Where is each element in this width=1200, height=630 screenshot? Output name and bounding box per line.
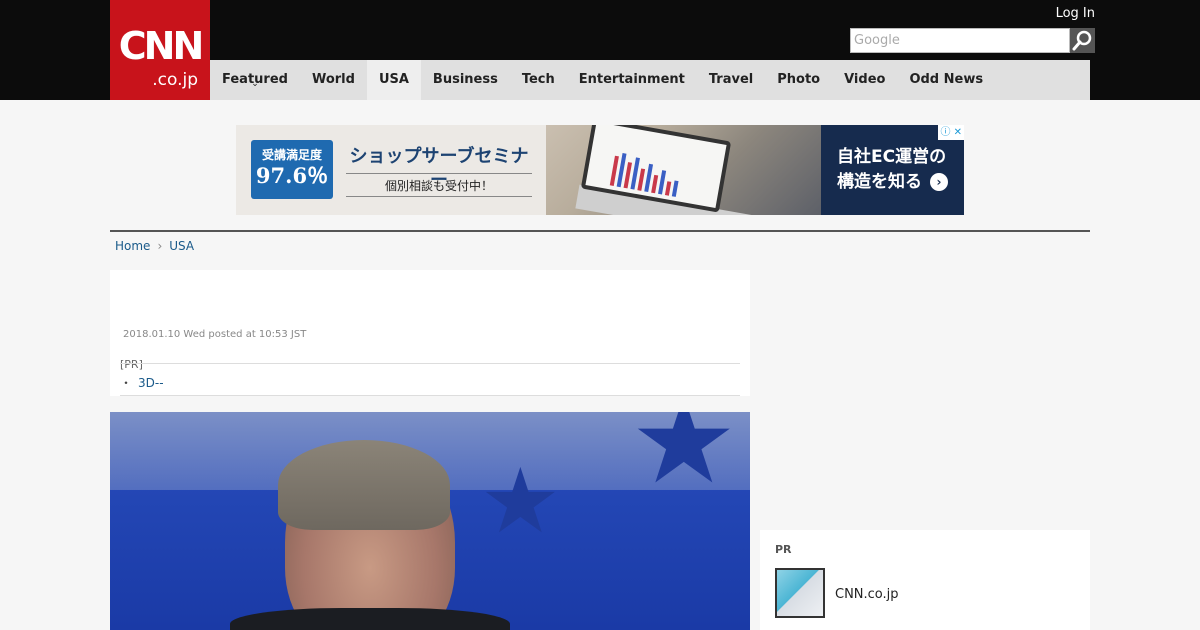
- section-divider: [110, 230, 1090, 232]
- star-icon: ★: [630, 412, 738, 511]
- nav-item-video[interactable]: Video: [832, 60, 897, 100]
- logo-sub-text: .co.jp: [152, 70, 198, 90]
- ad-laptop-image: [546, 125, 821, 215]
- nav-item-world[interactable]: World: [300, 60, 367, 100]
- ad-subtitle: 個別相談も受付中！: [346, 173, 532, 197]
- nav-item-label: Video: [844, 72, 886, 87]
- sidebar-pr-label: PR: [775, 543, 792, 556]
- pr-link-text: 3D--: [138, 376, 164, 390]
- search-button[interactable]: [1070, 28, 1095, 53]
- arrow-right-icon: ›: [930, 173, 948, 191]
- posted-timestamp: 2018.01.10 Wed posted at 10:53 JST: [123, 329, 307, 340]
- nav-item-business[interactable]: Business: [421, 60, 510, 100]
- nav-item-label: Tech: [521, 72, 555, 87]
- breadcrumb-home[interactable]: Home: [115, 238, 150, 254]
- ad-right-line1: 自社EC運営の: [837, 147, 947, 167]
- sidebar-pr-item[interactable]: CNN.co.jp: [835, 587, 899, 602]
- nav-item-label: USA: [378, 72, 409, 87]
- nav-item-odd-news[interactable]: Odd News: [897, 60, 995, 100]
- nav-item-label: Business: [432, 72, 498, 87]
- pr-divider: [120, 395, 740, 396]
- nav-item-label: Photo: [777, 72, 821, 87]
- nav-item-photo[interactable]: Photo: [765, 60, 832, 100]
- person-hair: [278, 440, 450, 530]
- pr-divider: [120, 363, 740, 364]
- ad-choices-icon[interactable]: ⓘ ✕: [938, 125, 964, 140]
- chevron-right-icon: ›: [157, 239, 163, 253]
- search-input[interactable]: [850, 28, 1070, 53]
- pr-label: [PR]: [120, 358, 143, 371]
- nav-item-label: Odd News: [909, 72, 984, 87]
- logo-main-text: CNN: [118, 24, 205, 68]
- article-header-card: 2018.01.10 Wed posted at 10:53 JST [PR] …: [110, 270, 750, 396]
- pr-thumbnail[interactable]: [775, 568, 825, 618]
- nav-item-entertainment[interactable]: Entertainment: [567, 60, 697, 100]
- search-icon: [1072, 30, 1092, 51]
- breadcrumb-current[interactable]: USA: [169, 238, 194, 254]
- nav-item-label: Travel: [708, 72, 754, 87]
- pr-link-row[interactable]: ・ 3D--: [120, 374, 164, 391]
- chevron-down-icon: ⌄: [251, 79, 259, 89]
- bullet-icon: ・: [120, 376, 133, 390]
- nav-item-label: World: [311, 72, 355, 87]
- nav-item-label: Entertainment: [578, 72, 685, 87]
- ad-badge-line1: 受講満足度: [261, 148, 322, 162]
- nav-item-tech[interactable]: Tech: [510, 60, 567, 100]
- star-icon: ★: [480, 449, 561, 554]
- nav-item-featured[interactable]: Featured ⌄: [210, 60, 300, 100]
- article-hero-image: ★ ★: [110, 412, 750, 630]
- ad-badge-line2: 97.6％: [255, 163, 329, 188]
- banner-ad[interactable]: 受講満足度 97.6％ ショップサーブセミナー 個別相談も受付中！ 自社EC運営…: [236, 125, 964, 215]
- nav-item-usa[interactable]: USA: [366, 60, 421, 100]
- main-nav: Featured ⌄ World USA Business Tech Enter…: [210, 60, 1090, 100]
- breadcrumb: Home › USA: [115, 238, 194, 254]
- nav-item-travel[interactable]: Travel: [697, 60, 765, 100]
- laptop-chart: [609, 148, 683, 197]
- person-suit: [230, 608, 510, 630]
- ad-satisfaction-badge: 受講満足度 97.6％: [251, 140, 333, 199]
- login-link[interactable]: Log In: [1056, 6, 1095, 21]
- sidebar-pr-box: PR CNN.co.jp: [760, 530, 1090, 630]
- ad-right-text: 自社EC運営の 構造を知る: [837, 145, 946, 195]
- ad-left-panel: 受講満足度 97.6％ ショップサーブセミナー 個別相談も受付中！: [236, 125, 546, 215]
- cnn-logo[interactable]: CNN .co.jp: [110, 0, 210, 100]
